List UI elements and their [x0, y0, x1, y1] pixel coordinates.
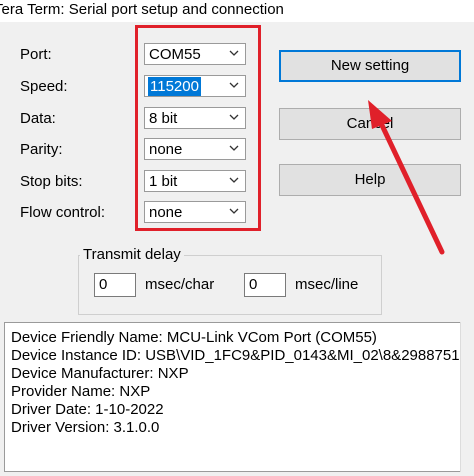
line-delay-input[interactable]: 0: [244, 273, 286, 297]
char-delay-unit: msec/char: [145, 276, 215, 293]
device-info-line: Driver Version: 3.1.0.0: [11, 419, 160, 436]
data-label: Data:: [20, 110, 56, 127]
chevron-down-icon: [229, 82, 239, 88]
help-button[interactable]: Help: [279, 164, 461, 196]
parity-value: none: [149, 141, 183, 158]
vertical-scrollbar[interactable]: [460, 322, 474, 472]
flow-control-label: Flow control:: [20, 204, 106, 221]
chevron-down-icon: [229, 145, 239, 151]
line-delay-unit: msec/line: [295, 276, 359, 293]
transmit-delay-label: Transmit delay: [80, 246, 184, 264]
parity-label: Parity:: [20, 141, 63, 158]
flow-control-value: none: [149, 204, 183, 221]
stop-bits-label: Stop bits:: [20, 173, 83, 190]
parity-select[interactable]: none: [144, 138, 246, 160]
device-info-line: Driver Date: 1-10-2022: [11, 401, 164, 418]
device-info-line: Device Manufacturer: NXP: [11, 365, 189, 382]
chevron-down-icon: [229, 114, 239, 120]
new-setting-button[interactable]: New setting: [279, 50, 461, 82]
device-info-line: Device Friendly Name: MCU-Link VCom Port…: [11, 329, 377, 346]
speed-select[interactable]: 115200: [144, 75, 246, 97]
title-bar: Tera Term: Serial port setup and connect…: [0, 0, 474, 22]
device-info-box[interactable]: Device Friendly Name: MCU-Link VCom Port…: [4, 322, 462, 472]
cancel-button[interactable]: Cancel: [279, 108, 461, 140]
stop-bits-select[interactable]: 1 bit: [144, 170, 246, 192]
flow-control-select[interactable]: none: [144, 201, 246, 223]
chevron-down-icon: [229, 208, 239, 214]
device-info-line: Device Instance ID: USB\VID_1FC9&PID_014…: [11, 347, 460, 364]
data-value: 8 bit: [149, 110, 178, 127]
port-select[interactable]: COM55: [144, 43, 246, 65]
speed-label: Speed:: [20, 78, 68, 95]
port-label: Port:: [20, 46, 52, 63]
window-title: Tera Term: Serial port setup and connect…: [0, 1, 284, 18]
port-value: COM55: [149, 46, 201, 63]
chevron-down-icon: [229, 177, 239, 183]
device-info-line: Provider Name: NXP: [11, 383, 151, 400]
stop-bits-value: 1 bit: [149, 173, 178, 190]
data-select[interactable]: 8 bit: [144, 107, 246, 129]
speed-value: 115200: [148, 77, 201, 96]
char-delay-input[interactable]: 0: [94, 273, 136, 297]
chevron-down-icon: [229, 50, 239, 56]
